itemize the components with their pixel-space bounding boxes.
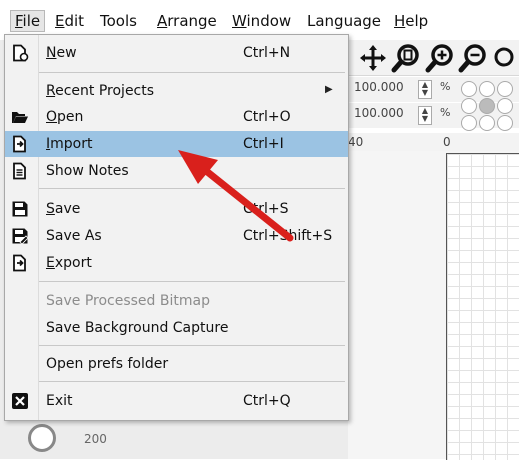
menu-tools-label: Tools <box>100 12 137 30</box>
menu-item-export[interactable]: Export <box>5 250 348 276</box>
menu-item-label: Open <box>46 109 84 125</box>
import-icon <box>13 135 26 153</box>
move-icon[interactable] <box>358 43 388 73</box>
anchor-top-right[interactable] <box>497 81 513 97</box>
zoom-out-icon[interactable] <box>458 43 488 73</box>
anchor-middle-left[interactable] <box>461 98 477 114</box>
menu-item-label: Recent Projects <box>46 83 155 99</box>
menu-item-save-as[interactable]: Save As Ctrl+Shift+S <box>5 223 348 249</box>
menu-item-show-notes[interactable]: Show Notes <box>5 158 348 184</box>
height-scale-spinner[interactable]: ▲ ▼ <box>418 106 432 125</box>
save-as-icon <box>12 228 29 245</box>
menu-separator <box>39 281 345 282</box>
menu-help-mnemonic: H <box>394 12 406 30</box>
menu-item-label: Import <box>46 136 93 152</box>
export-icon <box>13 254 26 272</box>
width-scale-spinner[interactable]: ▲ ▼ <box>418 80 432 99</box>
menu-file[interactable]: File <box>10 10 46 32</box>
menu-item-shortcut: Ctrl+S <box>243 201 289 217</box>
menu-item-shortcut: Ctrl+Q <box>243 393 291 409</box>
menu-item-label: Save <box>46 201 81 217</box>
anchor-point-selector[interactable] <box>458 79 519 133</box>
menu-item-label: Exit <box>46 393 73 409</box>
menu-item-new[interactable]: New Ctrl+N <box>5 40 348 66</box>
anchor-middle-right[interactable] <box>497 98 513 114</box>
menu-arrange-mnemonic: A <box>157 12 168 30</box>
menu-item-shortcut: Ctrl+Shift+S <box>243 228 333 244</box>
new-file-icon <box>13 44 29 62</box>
width-scale-field[interactable]: 100.000 <box>354 80 404 94</box>
tool-icon-partial[interactable] <box>491 43 517 73</box>
anchor-bottom-left[interactable] <box>461 115 477 131</box>
menu-item-recent-projects[interactable]: Recent Projects ▶ <box>5 78 348 104</box>
zoom-in-icon[interactable] <box>425 43 455 73</box>
anchor-bottom-right[interactable] <box>497 115 513 131</box>
ruler-label: 40 <box>348 135 364 149</box>
menu-separator <box>39 188 345 189</box>
height-scale-field[interactable]: 100.000 <box>354 106 404 120</box>
menu-separator <box>39 345 345 346</box>
menu-item-shortcut: Ctrl+I <box>243 136 284 152</box>
workspace-grid[interactable] <box>446 153 519 460</box>
menu-item-save-background-capture[interactable]: Save Background Capture <box>5 315 348 341</box>
menu-edit[interactable]: Edit <box>51 11 88 31</box>
menu-tools[interactable]: Tools <box>96 11 141 31</box>
menu-item-open-prefs-folder[interactable]: Open prefs folder <box>5 351 348 377</box>
menu-item-label: Save Background Capture <box>46 320 229 336</box>
menu-item-label: Export <box>46 255 92 271</box>
menu-window[interactable]: Window <box>228 11 295 31</box>
menu-arrange[interactable]: Arrange <box>153 11 221 31</box>
menu-item-label: Save As <box>46 228 102 244</box>
ruler-label-bottom: 200 <box>84 432 107 446</box>
zoom-page-icon[interactable] <box>391 43 421 73</box>
menu-window-label: indow <box>246 12 292 30</box>
anchor-bottom-center[interactable] <box>479 115 495 131</box>
height-scale-unit: % <box>440 106 451 119</box>
menu-edit-label: dit <box>64 12 85 30</box>
ruler-label: 0 <box>443 135 451 149</box>
menu-window-mnemonic: W <box>232 12 247 30</box>
menu-file-label: ile <box>22 12 41 30</box>
menu-item-label: Show Notes <box>46 163 129 179</box>
anchor-center[interactable] <box>479 98 495 114</box>
submenu-arrow-icon: ▶ <box>325 84 333 95</box>
menu-item-label: Save Processed Bitmap <box>46 293 210 309</box>
exit-icon <box>12 393 28 409</box>
menu-item-exit[interactable]: Exit Ctrl+Q <box>5 388 348 414</box>
menu-file-mnemonic: F <box>15 12 23 30</box>
menu-item-open[interactable]: Open Ctrl+O <box>5 104 348 130</box>
file-menu: New Ctrl+N Recent Projects ▶ Open Ctrl+O… <box>4 34 349 421</box>
folder-open-icon <box>12 112 28 123</box>
menu-separator <box>39 381 345 382</box>
menu-language[interactable]: Language <box>303 11 385 31</box>
menu-arrange-label: rrange <box>167 12 217 30</box>
toolbar <box>348 40 519 76</box>
anchor-top-left[interactable] <box>461 81 477 97</box>
menu-help[interactable]: Help <box>390 11 432 31</box>
menu-item-shortcut: Ctrl+N <box>243 45 291 61</box>
width-scale-unit: % <box>440 80 451 93</box>
menu-item-save[interactable]: Save Ctrl+S <box>5 196 348 222</box>
menu-item-import[interactable]: Import Ctrl+I <box>5 131 348 157</box>
menu-item-save-processed-bitmap: Save Processed Bitmap <box>5 288 348 314</box>
menu-item-shortcut: Ctrl+O <box>243 109 291 125</box>
top-ruler: 40 0 <box>348 133 519 152</box>
menu-item-label: Open prefs folder <box>46 356 169 372</box>
save-icon <box>12 201 28 217</box>
menu-item-label: New <box>46 45 77 61</box>
bottom-tool-icon[interactable] <box>28 424 56 452</box>
anchor-top-center[interactable] <box>479 81 495 97</box>
menu-help-label: elp <box>405 12 429 30</box>
menu-separator <box>39 72 345 73</box>
notes-icon <box>13 162 26 180</box>
menu-language-label: Language <box>307 12 382 30</box>
